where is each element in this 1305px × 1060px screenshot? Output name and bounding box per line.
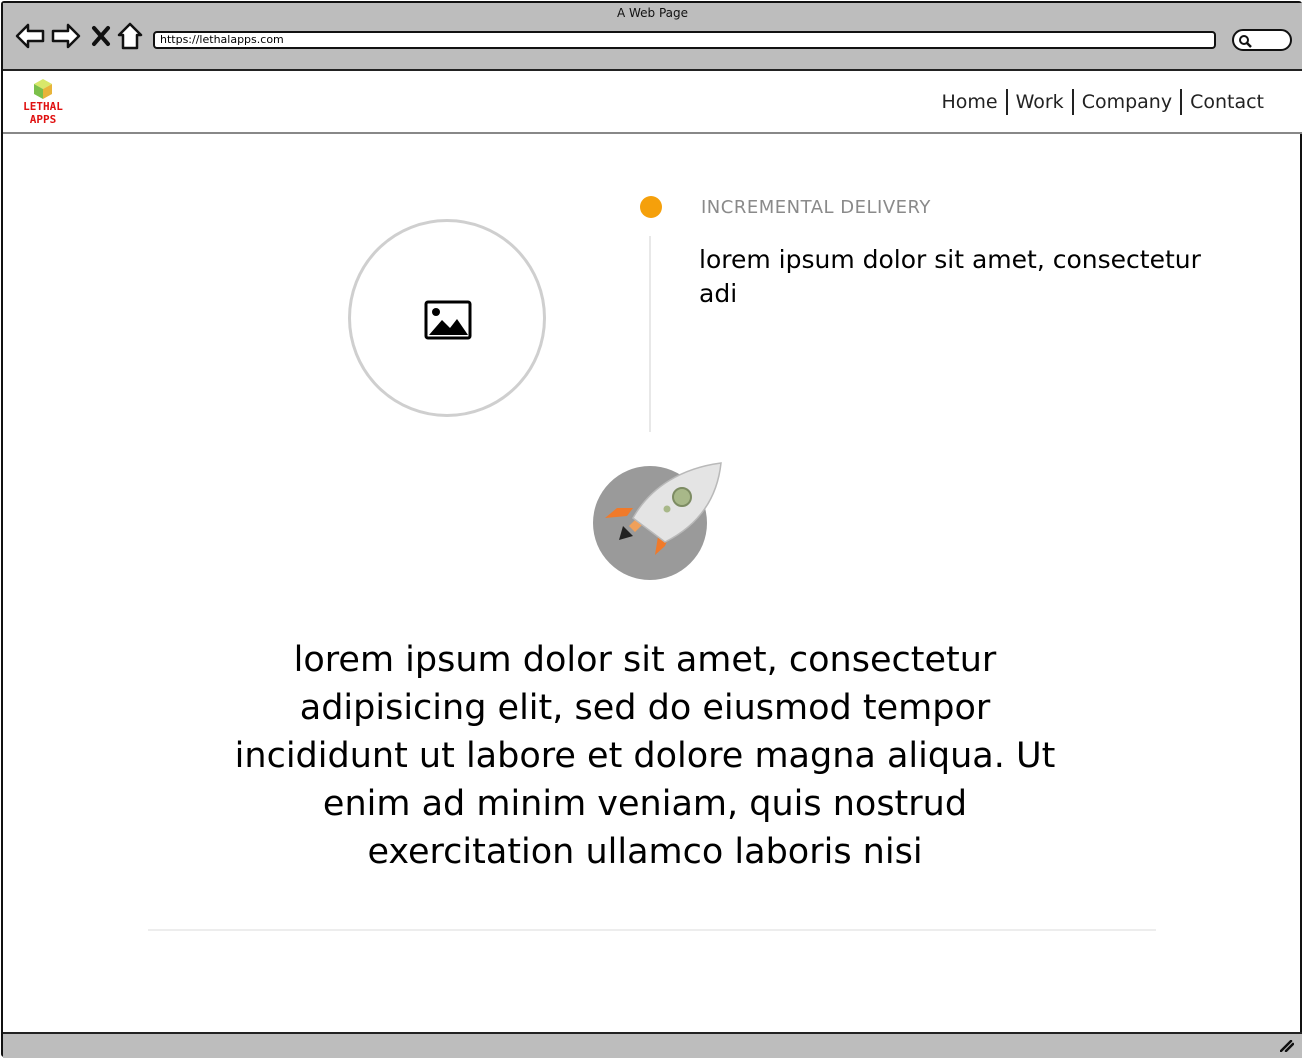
section-divider [148,929,1156,931]
lethal-apps-logo[interactable]: LETHAL APPS [17,77,69,129]
rocket-icon [593,460,725,586]
nav-work[interactable]: Work [1008,91,1072,113]
nav-company[interactable]: Company [1074,91,1180,113]
browser-status-bar [3,1032,1302,1058]
resize-grip-icon[interactable] [1280,1040,1294,1052]
timeline-line [649,236,651,432]
arrow-right-icon[interactable] [51,22,81,50]
home-icon[interactable] [117,22,143,50]
url-input[interactable]: https://lethalapps.com [153,31,1216,49]
image-placeholder [348,219,546,417]
arrow-left-icon[interactable] [15,22,45,50]
nav-contact[interactable]: Contact [1182,91,1272,113]
main-nav: Home Work Company Contact [933,89,1272,115]
step-title: INCREMENTAL DELIVERY [701,197,931,218]
feature-text: lorem ipsum dolor sit amet, consectetur … [234,640,1056,872]
logo-text-line1: LETHAL [23,100,63,113]
timeline-dot [640,196,662,218]
logo-text-line2: APPS [29,113,57,126]
nav-home[interactable]: Home [933,91,1005,113]
x-icon[interactable] [91,25,111,47]
window-title: A Web Page [616,6,689,20]
search-icon [1239,35,1252,48]
site-header: LETHAL APPS Home Work Company Contact [3,71,1302,134]
cube-logo-icon [34,79,52,99]
step-description: lorem ipsum dolor sit amet, consectetur … [699,245,1201,308]
browser-search-field[interactable] [1232,29,1292,51]
image-placeholder-icon [424,300,472,340]
